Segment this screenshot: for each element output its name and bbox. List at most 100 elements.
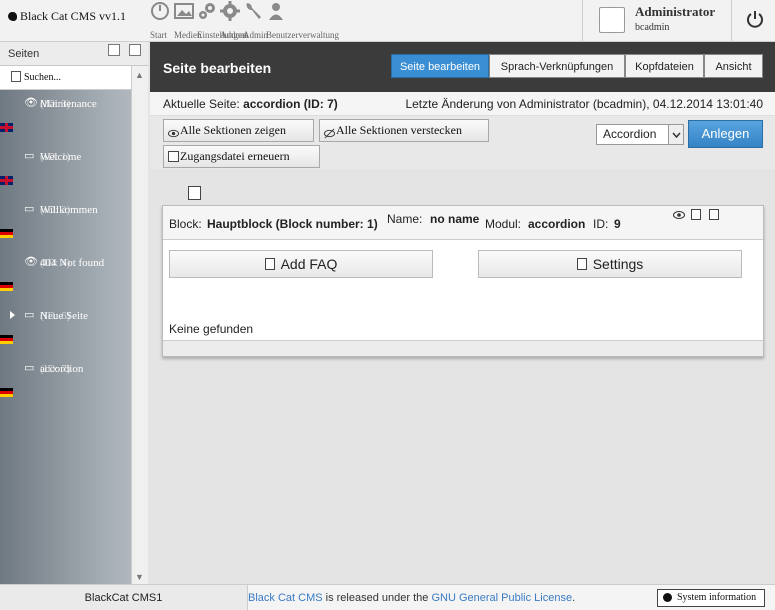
- system-information-label: System information: [677, 592, 757, 603]
- page-item-maintenance[interactable]: 👁 Maintenance (ID: 3): [0, 90, 131, 143]
- panel-header: Seite bearbeiten Seite bearbeiten Sprach…: [150, 42, 775, 92]
- puzzle-gear-icon[interactable]: [220, 1, 240, 21]
- flag-de-icon: [0, 229, 13, 238]
- image-icon[interactable]: [174, 1, 194, 21]
- scroll-up-icon[interactable]: ▲: [135, 70, 144, 80]
- search-icon: [11, 71, 21, 82]
- eye-icon: 👁: [24, 256, 38, 268]
- user-display-name: Administrator: [635, 4, 716, 19]
- expand-arrow-icon[interactable]: [10, 311, 15, 319]
- cat-logo-icon: [663, 593, 672, 602]
- app-title: Black Cat CMS vv1.1: [20, 9, 127, 23]
- gpl-link[interactable]: GNU General Public License: [431, 592, 572, 604]
- monitor-icon: ▭: [24, 203, 35, 215]
- section-block: Block: Hauptblock (Block number: 1) Name…: [162, 205, 764, 357]
- cat-logo-icon: [8, 12, 17, 21]
- eye-icon: 👁: [24, 97, 38, 109]
- tab-kopfdateien[interactable]: Kopfdateien: [625, 54, 704, 78]
- section-block-header: Block: Hauptblock (Block number: 1) Name…: [163, 206, 763, 240]
- page-search[interactable]: Suchen...: [0, 66, 131, 90]
- section-toolbar: Alle Sektionen zeigen Alle Sektionen ver…: [150, 116, 775, 169]
- wrench-icon[interactable]: [243, 1, 263, 21]
- sidebar-collapse-button[interactable]: [108, 44, 120, 56]
- add-faq-label: Add FAQ: [280, 256, 338, 272]
- sidebar-expand-button[interactable]: [129, 44, 141, 56]
- section-settings-icon[interactable]: [691, 209, 701, 220]
- page-item-willkommen[interactable]: ▭ Willkommen (ID: 2): [0, 196, 131, 249]
- section-block-footer: [163, 340, 763, 356]
- users-icon[interactable]: [266, 1, 286, 21]
- current-page-value: accordion (ID: 7): [243, 97, 338, 111]
- top-header: Black Cat CMS vv1.1 Start Medien Einstel…: [0, 0, 775, 42]
- page-item-accordion[interactable]: ▭ accordion (ID: 7): [0, 355, 131, 408]
- show-all-sections-label: Alle Sektionen zeigen: [180, 123, 286, 137]
- eye-icon[interactable]: [673, 210, 685, 220]
- add-section-button[interactable]: Anlegen: [688, 120, 763, 148]
- page-item-404[interactable]: 👁 404 Not found (ID: 4): [0, 249, 131, 302]
- footer: BlackCat CMS1 Black Cat CMS is released …: [0, 584, 775, 610]
- nav-label-start[interactable]: Start: [150, 30, 167, 40]
- flag-uk-icon: [0, 123, 13, 132]
- name-value: no name: [430, 212, 480, 226]
- system-information-button[interactable]: System information: [657, 589, 765, 607]
- license-middle-text: is released under the: [322, 592, 432, 604]
- nav-label-users[interactable]: Benutzerverwaltung: [266, 30, 339, 40]
- current-page-label: Aktuelle Seite:: [163, 97, 240, 111]
- dashboard-icon[interactable]: [150, 1, 170, 21]
- scroll-down-icon[interactable]: ▼: [135, 572, 144, 582]
- id-label: ID:: [593, 217, 609, 231]
- file-icon: [264, 258, 275, 270]
- current-page: Aktuelle Seite: accordion (ID: 7): [163, 97, 338, 111]
- monitor-icon: ▭: [24, 362, 35, 374]
- flag-uk-icon: [0, 176, 13, 185]
- name-label: Name:: [387, 212, 423, 226]
- id-value: 9: [614, 217, 621, 231]
- page-id: (ID: 1): [40, 151, 71, 163]
- section-delete-icon[interactable]: [709, 209, 719, 220]
- gears-icon[interactable]: [197, 1, 217, 21]
- flag-de-icon: [0, 335, 13, 344]
- page-id: (ID: 4): [40, 257, 71, 269]
- file-icon: [576, 258, 587, 270]
- main-navigation: Start Medien Einstellungen Addons Admin …: [150, 0, 410, 42]
- page-id: (ID: 2): [40, 204, 71, 216]
- license-end-text: .: [572, 592, 576, 604]
- renew-access-file-button[interactable]: Zugangsdatei erneuern: [163, 145, 320, 168]
- section-anchor-icon[interactable]: [188, 186, 201, 200]
- tab-sprach-verknuepfungen[interactable]: Sprach-Verknüpfungen: [489, 54, 625, 78]
- page-item-neue-seite[interactable]: ▭ Neue Seite (ID: 6): [0, 302, 131, 355]
- tab-ansicht[interactable]: Ansicht: [704, 54, 763, 78]
- search-label[interactable]: Suchen...: [24, 72, 61, 83]
- empty-state-text: Keine gefunden: [169, 322, 254, 336]
- show-all-sections-button[interactable]: Alle Sektionen zeigen: [163, 119, 314, 142]
- section-type-select[interactable]: Accordion: [596, 124, 684, 145]
- settings-button[interactable]: Settings: [478, 250, 742, 278]
- tab-seite-bearbeiten[interactable]: Seite bearbeiten: [391, 54, 489, 78]
- flag-de-icon: [0, 282, 13, 291]
- settings-label: Settings: [592, 256, 644, 272]
- block-value: Hauptblock (Block number: 1): [207, 217, 378, 231]
- monitor-icon: ▭: [24, 150, 35, 162]
- footer-license: Black Cat CMS is released under the GNU …: [248, 592, 575, 604]
- module-value: accordion: [528, 217, 586, 231]
- sidebar-scrollbar[interactable]: ▲ ▼: [131, 66, 148, 584]
- page-id: (ID: 6): [40, 310, 71, 322]
- page-tree-sidebar: Seiten Suchen... ▲ ▼ 👁 Maintenance (ID: …: [0, 42, 148, 584]
- module-label: Modul:: [485, 217, 522, 231]
- user-login: bcadmin: [635, 22, 670, 33]
- user-box[interactable]: Administrator bcadmin: [582, 0, 732, 42]
- sidebar-title: Seiten: [8, 48, 40, 60]
- nav-label-admin[interactable]: Admin: [243, 30, 268, 40]
- file-icon: [168, 151, 179, 162]
- add-faq-button[interactable]: Add FAQ: [169, 250, 433, 278]
- hide-all-sections-button[interactable]: Alle Sektionen verstecken: [319, 119, 489, 142]
- section-actions: [673, 209, 723, 223]
- blackcat-link[interactable]: Black Cat CMS: [248, 592, 323, 604]
- page-item-welcome[interactable]: ▭ Welcome (ID: 1): [0, 143, 131, 196]
- block-label: Block:: [169, 217, 202, 231]
- page-id: (ID: 3): [40, 98, 71, 110]
- flag-de-icon: [0, 388, 13, 397]
- app-logo[interactable]: Black Cat CMS vv1.1: [8, 9, 126, 24]
- eye-slash-icon: [324, 125, 335, 139]
- power-icon[interactable]: [745, 9, 765, 29]
